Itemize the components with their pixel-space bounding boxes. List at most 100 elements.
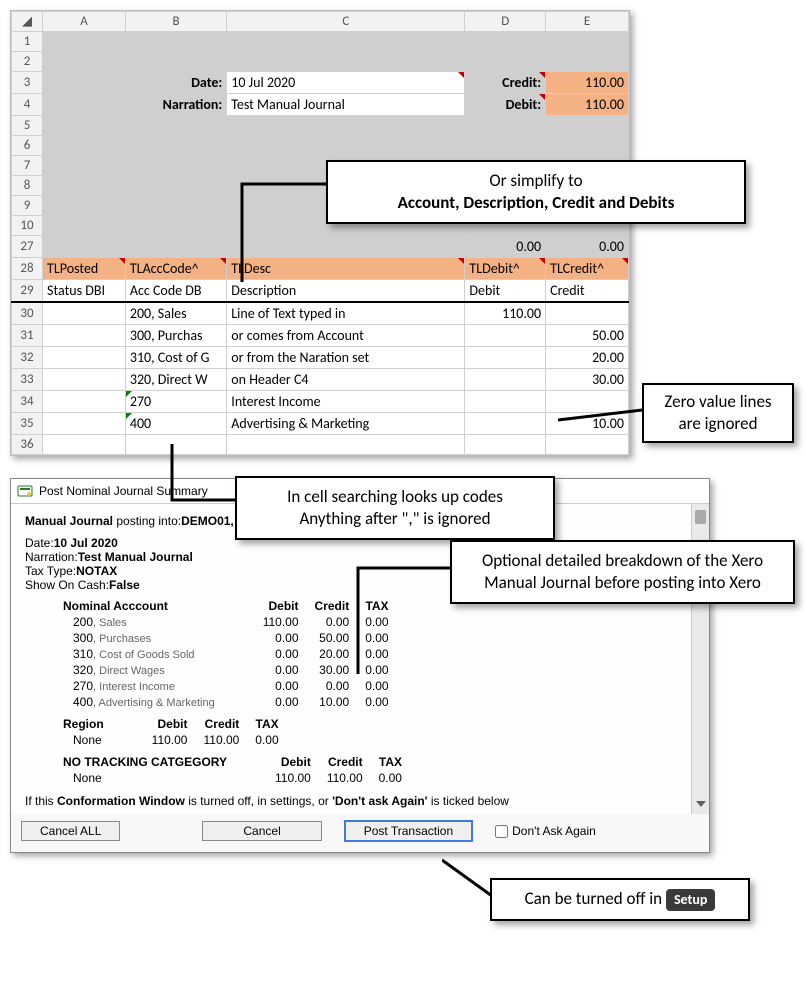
col-head-c[interactable]: C <box>227 12 465 32</box>
cell-credit[interactable]: 50.00 <box>546 325 629 347</box>
tl-acccode-header[interactable]: TLAccCode^ <box>125 258 226 280</box>
callout-searching-line1: In cell searching looks up codes <box>253 486 537 508</box>
setup-pill: Setup <box>666 889 715 911</box>
col-head-a[interactable]: A <box>43 12 126 32</box>
cell-acccode[interactable]: 300, Purchas <box>125 325 226 347</box>
col-head-e[interactable]: E <box>546 12 629 32</box>
notrack-table: NO TRACKING CATGEGORYDebitCreditTAX None… <box>55 754 410 786</box>
callout-breakdown-line2: Manual Journal before posting into Xero <box>468 572 777 594</box>
cell-debit[interactable] <box>465 391 546 413</box>
nominal-row: 270, Interest Income0.000.000.00 <box>55 678 397 694</box>
narration-label: Narration: <box>125 94 226 116</box>
narration-cell[interactable]: Test Manual Journal <box>227 94 465 116</box>
callout-searching-line2: Anything after "," is ignored <box>253 508 537 530</box>
sum-d-27[interactable]: 0.00 <box>465 236 546 258</box>
note-marker-icon <box>622 258 628 264</box>
callout-turnoff: Can be turned off in Setup <box>490 878 750 921</box>
cell-desc[interactable]: Advertising & Marketing <box>227 413 465 435</box>
cell-acccode[interactable]: 310, Cost of G <box>125 347 226 369</box>
cell-debit[interactable] <box>465 435 546 455</box>
callout-searching: In cell searching looks up codes Anythin… <box>235 476 555 540</box>
sum-e-27[interactable]: 0.00 <box>546 236 629 258</box>
cell-status[interactable] <box>43 325 126 347</box>
note-marker-icon <box>539 258 545 264</box>
note-marker-icon <box>119 258 125 264</box>
cell-debit[interactable] <box>465 369 546 391</box>
db-debit-header[interactable]: Debit <box>465 280 546 303</box>
cell-desc[interactable]: or from the Naration set <box>227 347 465 369</box>
cell-status[interactable] <box>43 435 126 455</box>
date-label: Date: <box>125 72 226 94</box>
cell-status[interactable] <box>43 369 126 391</box>
cell-credit[interactable] <box>546 302 629 325</box>
debit-total[interactable]: 110.00 <box>546 94 629 116</box>
callout-simplify-line1: Or simplify to <box>344 170 728 192</box>
callout-turnoff-text: Can be turned off in <box>525 888 666 909</box>
dont-ask-checkbox[interactable]: Don't Ask Again <box>495 824 596 838</box>
credit-total[interactable]: 110.00 <box>546 72 629 94</box>
cell-desc[interactable]: on Header C4 <box>227 369 465 391</box>
db-credit-header[interactable]: Credit <box>546 280 629 303</box>
cell-debit[interactable]: 110.00 <box>465 302 546 325</box>
note-marker-icon <box>458 72 464 78</box>
cell-debit[interactable] <box>465 413 546 435</box>
col-head-blank[interactable]: ◢ <box>12 12 43 32</box>
callout-breakdown: Optional detailed breakdown of the Xero … <box>450 540 795 604</box>
post-transaction-button[interactable]: Post Transaction <box>344 820 473 842</box>
connector-line <box>346 548 456 678</box>
cell-desc[interactable]: Line of Text typed in <box>227 302 465 325</box>
note-marker-icon <box>458 258 464 264</box>
scrollbar-thumb[interactable] <box>695 510 706 524</box>
table-row: 34 270 Interest Income <box>12 391 629 413</box>
table-row: 35 400 Advertising & Marketing 10.00 <box>12 413 629 435</box>
table-row: 33 320, Direct W on Header C4 30.00 <box>12 369 629 391</box>
cell-acccode[interactable]: 400 <box>125 413 226 435</box>
cell-desc[interactable]: Interest Income <box>227 391 465 413</box>
cell-desc[interactable] <box>227 435 465 455</box>
note-marker-icon <box>220 258 226 264</box>
col-head-b[interactable]: B <box>125 12 226 32</box>
callout-zero-line2: are ignored <box>654 413 782 435</box>
dont-ask-input[interactable] <box>495 825 508 838</box>
cell-status[interactable] <box>43 347 126 369</box>
cell-credit[interactable]: 30.00 <box>546 369 629 391</box>
cancel-all-button[interactable]: Cancel ALL <box>21 821 120 841</box>
cancel-button[interactable]: Cancel <box>202 821 321 841</box>
app-icon <box>17 483 33 499</box>
cell-acccode[interactable]: 200, Sales <box>125 302 226 325</box>
cell-acccode[interactable]: 320, Direct W <box>125 369 226 391</box>
db-status-header[interactable]: Status DBI <box>43 280 126 303</box>
callout-zero-line1: Zero value lines <box>654 391 782 413</box>
cell-status[interactable] <box>43 413 126 435</box>
col-head-d[interactable]: D <box>465 12 546 32</box>
cell-credit[interactable] <box>546 435 629 455</box>
cell-debit[interactable] <box>465 347 546 369</box>
table-row: 36 <box>12 435 629 455</box>
cell-desc[interactable]: or comes from Account <box>227 325 465 347</box>
callout-simplify-line2: Account, Description, Credit and Debits <box>344 192 728 214</box>
tl-debit-header[interactable]: TLDebit^ <box>465 258 546 280</box>
callout-zero: Zero value lines are ignored <box>642 383 794 443</box>
cell-status[interactable] <box>43 391 126 413</box>
callout-breakdown-line1: Optional detailed breakdown of the Xero <box>468 550 777 572</box>
cell-credit[interactable]: 20.00 <box>546 347 629 369</box>
credit-label: Credit: <box>465 72 546 94</box>
tl-credit-header[interactable]: TLCredit^ <box>546 258 629 280</box>
error-triangle-icon <box>126 413 132 419</box>
connector-line <box>228 170 338 290</box>
region-table: RegionDebitCreditTAX None110.00110.000.0… <box>55 716 287 748</box>
error-triangle-icon <box>126 391 132 397</box>
callout-simplify: Or simplify to Account, Description, Cre… <box>326 160 746 224</box>
nominal-row: 400, Advertising & Marketing0.0010.000.0… <box>55 694 397 710</box>
note-marker-icon <box>539 94 545 100</box>
tl-posted-header[interactable]: TLPosted <box>43 258 126 280</box>
note-marker-icon <box>539 72 545 78</box>
cell-debit[interactable] <box>465 325 546 347</box>
db-acccode-header[interactable]: Acc Code DB <box>125 280 226 303</box>
connector-line <box>558 406 648 426</box>
cell-status[interactable] <box>43 302 126 325</box>
confirmation-note: If this Conformation Window is turned of… <box>25 794 695 808</box>
date-cell[interactable]: 10 Jul 2020 <box>227 72 465 94</box>
cell-acccode[interactable]: 270 <box>125 391 226 413</box>
scrollbar-down-icon[interactable] <box>695 799 706 810</box>
